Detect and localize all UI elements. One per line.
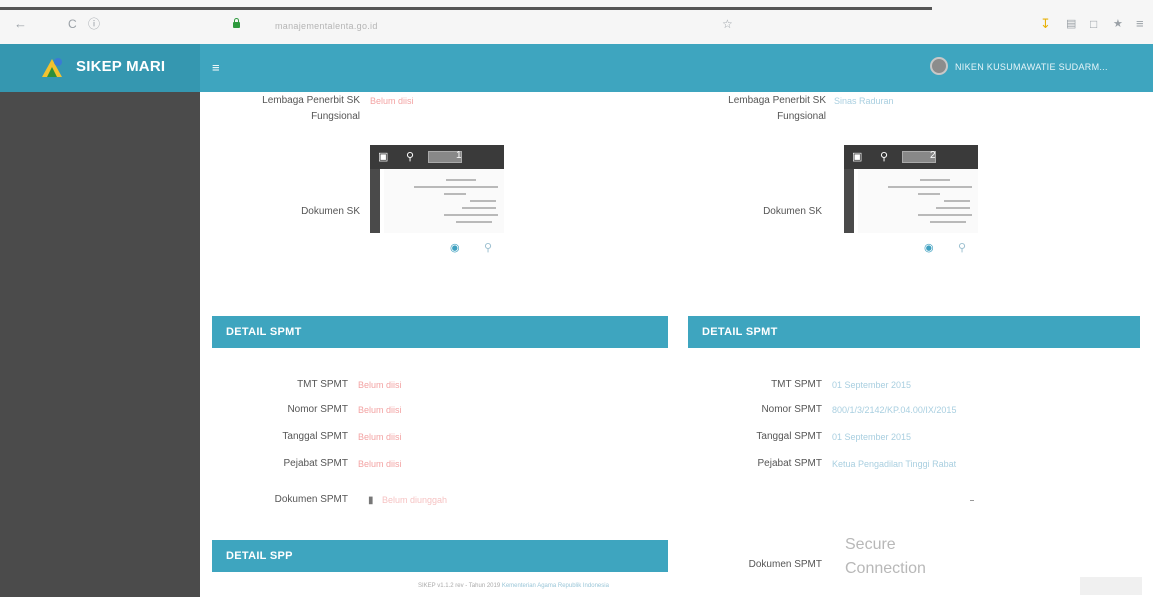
panel-title-spmt-right: DETAIL SPMT xyxy=(688,316,1140,348)
tmt-spmt-label: TMT SPMT xyxy=(297,379,348,390)
lock-icon xyxy=(233,18,240,28)
tanggal-spmt-label: Tanggal SPMT xyxy=(282,431,348,442)
nomor-spmt-value-right: 800/1/3/2142/KP.04.00/IX/2015 xyxy=(832,405,957,415)
sidebar-toggle-icon[interactable]: □ xyxy=(1090,17,1097,31)
lembaga-penerbit-label: Lembaga Penerbit SK xyxy=(262,95,360,106)
zoom-out-icon[interactable]: ⚲ xyxy=(484,241,492,254)
document-viewer-right[interactable]: ▣ ⚲ 2 ◉ ⚲ xyxy=(844,145,978,265)
brand-title: SIKEP MARI xyxy=(76,58,166,75)
back-icon[interactable]: ← xyxy=(14,17,27,31)
divider xyxy=(970,500,974,501)
loading-bar xyxy=(0,7,932,10)
dokumen-spmt-label-right: Dokumen SPMT xyxy=(748,559,822,570)
footer-link[interactable]: Kementerian Agama Republik Indonesia xyxy=(502,583,609,589)
document-page xyxy=(858,169,978,233)
dokumen-sk-label-right: Dokumen SK xyxy=(763,206,822,217)
menu-icon[interactable]: ≡ xyxy=(1136,17,1144,31)
viewer-sidebar xyxy=(844,169,854,233)
hamburger-icon[interactable]: ≡ xyxy=(212,60,220,75)
nomor-spmt-label: Nomor SPMT xyxy=(287,404,348,415)
secure-line2: Connection xyxy=(845,560,926,577)
dokumen-spmt-label: Dokumen SPMT xyxy=(274,494,348,505)
document-page xyxy=(384,169,504,233)
pejabat-spmt-label-right: Pejabat SPMT xyxy=(757,458,822,469)
pejabat-spmt-value: Belum diisi xyxy=(358,459,402,469)
search-icon[interactable]: ⚲ xyxy=(406,150,414,163)
zoom-out-icon[interactable]: ⚲ xyxy=(958,241,966,254)
tmt-spmt-value-right: 01 September 2015 xyxy=(832,380,912,390)
nomor-spmt-value: Belum diisi xyxy=(358,405,402,415)
tanggal-spmt-value: Belum diisi xyxy=(358,432,402,442)
scroll-button[interactable] xyxy=(1080,577,1142,595)
footer: SIKEP v1.1.2 rev - Tahun 2019 Kementeria… xyxy=(418,583,609,589)
bookmark-star-icon[interactable]: ☆ xyxy=(722,17,733,31)
pejabat-spmt-value-right: Ketua Pengadilan Tinggi Rabat xyxy=(832,459,957,469)
file-icon: ▮ xyxy=(368,495,374,506)
app-header: SIKEP MARI ≡ NIKEN KUSUMAWATIE SUDARM... xyxy=(0,44,1153,92)
brand[interactable]: SIKEP MARI xyxy=(0,44,200,92)
url-bar[interactable]: manajementalenta.go.id xyxy=(275,21,378,31)
search-icon[interactable]: ⚲ xyxy=(880,150,888,163)
viewer-sidebar xyxy=(370,169,380,233)
reload-icon[interactable]: C xyxy=(68,17,77,31)
dokumen-spmt-value[interactable]: Belum diunggah xyxy=(382,493,447,507)
lembaga-penerbit-value-right: Sinas Raduran xyxy=(834,96,894,106)
zoom-in-icon[interactable]: ◉ xyxy=(924,241,934,254)
sidebar-toggle-icon[interactable]: ▣ xyxy=(378,150,388,163)
zoom-in-icon[interactable]: ◉ xyxy=(450,241,460,254)
tmt-spmt-label-right: TMT SPMT xyxy=(771,379,822,390)
pejabat-spmt-label: Pejabat SPMT xyxy=(283,458,348,469)
nomor-spmt-label-right: Nomor SPMT xyxy=(761,404,822,415)
browser-toolbar: ← C ⓘ manajementalenta.go.id ☆ ↧ ▤ □ ★ ≡ xyxy=(0,0,1153,44)
tmt-spmt-value: Belum diisi xyxy=(358,380,402,390)
avatar[interactable] xyxy=(930,57,948,75)
tanggal-spmt-label-right: Tanggal SPMT xyxy=(756,431,822,442)
library-icon[interactable]: ▤ xyxy=(1066,17,1076,31)
footer-text: SIKEP v1.1.2 rev - Tahun 2019 xyxy=(418,583,501,589)
panel-title-spp: DETAIL SPP xyxy=(212,540,668,572)
dokumen-sk-label: Dokumen SK xyxy=(301,206,360,217)
sidebar xyxy=(0,92,200,597)
lembaga-penerbit-label-line2-right: Fungsional xyxy=(777,111,826,122)
logo-icon xyxy=(42,58,62,77)
page-number: 1 xyxy=(456,150,462,161)
sidebar-toggle-icon[interactable]: ▣ xyxy=(852,150,862,163)
lembaga-penerbit-value: Belum diisi xyxy=(370,96,414,106)
tanggal-spmt-value-right: 01 September 2015 xyxy=(832,432,912,442)
secure-connection-overlay: Secure Connection xyxy=(845,533,926,581)
extension-icon[interactable]: ★ xyxy=(1113,17,1123,31)
user-name[interactable]: NIKEN KUSUMAWATIE SUDARM... xyxy=(955,62,1108,72)
lembaga-penerbit-label-line2: Fungsional xyxy=(311,111,360,122)
lembaga-penerbit-label-right: Lembaga Penerbit SK xyxy=(728,95,826,106)
download-icon[interactable]: ↧ xyxy=(1040,17,1051,31)
secure-line1: Secure xyxy=(845,536,896,553)
document-viewer[interactable]: ▣ ⚲ 1 ◉ ⚲ xyxy=(370,145,504,265)
panel-title-spmt: DETAIL SPMT xyxy=(212,316,668,348)
page-number: 2 xyxy=(930,150,936,161)
info-icon[interactable]: ⓘ xyxy=(88,17,100,31)
